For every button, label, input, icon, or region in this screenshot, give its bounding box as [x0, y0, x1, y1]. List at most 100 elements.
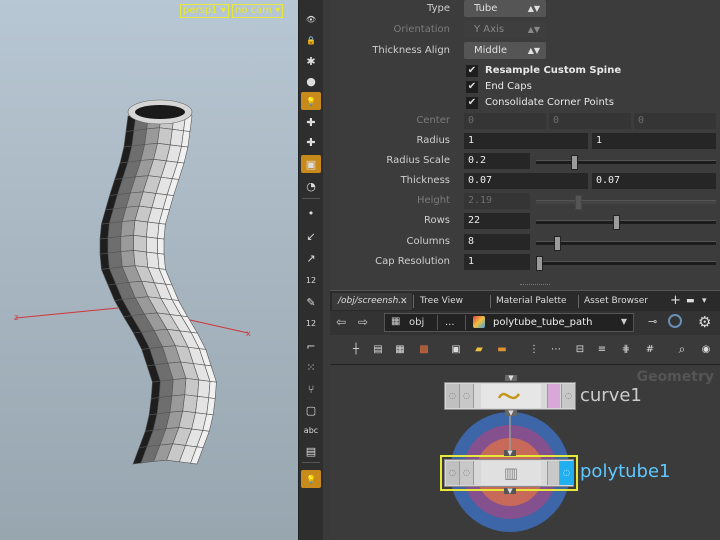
rows-field[interactable]: 22 — [464, 213, 530, 229]
visibility-icon[interactable]: ◔ — [301, 177, 321, 195]
add-tab-icon[interactable]: + — [670, 293, 684, 310]
branch-icon[interactable]: ⑂ — [301, 380, 321, 398]
polytube1-node-label[interactable]: polytube1 — [580, 461, 671, 482]
columns-field[interactable]: 8 — [464, 234, 530, 250]
polytube-lock-flag-icon[interactable]: ◌ — [460, 461, 474, 485]
back-arrow-icon[interactable]: ⇦ — [336, 315, 346, 329]
curve1-node-label[interactable]: curve1 — [580, 385, 642, 406]
pick-icon[interactable]: ↗ — [301, 249, 321, 267]
light-bulb-icon[interactable]: 💡 — [301, 92, 321, 110]
bypass-flag-icon[interactable]: ◌ — [446, 384, 460, 408]
eye-icon[interactable]: 👁 — [301, 10, 321, 28]
network-box-icon[interactable]: ▬ — [496, 343, 508, 355]
tab-tree-view[interactable]: Tree View — [414, 293, 484, 310]
path-root[interactable]: obj — [409, 317, 424, 328]
height-field[interactable]: 2.19 — [464, 193, 530, 209]
display-flags-icon[interactable]: ▣ — [450, 343, 462, 355]
polytube-bypass-flag-icon[interactable]: ◌ — [446, 461, 460, 485]
palette-icon[interactable]: ▩ — [418, 343, 430, 355]
tree-icon[interactable]: ┼ — [350, 343, 362, 355]
polytube-display-flag-icon[interactable]: ◌ — [559, 461, 573, 485]
snap-icon[interactable]: ✱ — [301, 52, 321, 70]
input-connector-icon[interactable]: ▼ — [505, 375, 517, 382]
sticky-note-icon[interactable]: ▰ — [473, 343, 485, 355]
numbers-12-icon[interactable]: 12 — [301, 271, 321, 289]
table-icon[interactable]: ▦ — [394, 343, 406, 355]
align-vertical-icon[interactable]: ⋮ — [528, 343, 540, 355]
list-icon[interactable]: ▤ — [372, 343, 384, 355]
pane-layout-icon[interactable]: ▬ — [686, 293, 698, 310]
network-editor[interactable]: Geometry ◌ ◌ ◌ ▼ ▼ curve1 ◌ ◌ ▥ ◌ ▼ ▼ po… — [330, 365, 720, 540]
radius-scale-slider[interactable] — [536, 155, 716, 170]
pin-icon[interactable]: ⊸ — [648, 315, 657, 328]
pane-resize-handle[interactable] — [520, 284, 550, 288]
thickness-y-field[interactable]: 0.07 — [592, 173, 716, 189]
rows-slider[interactable] — [536, 215, 716, 230]
add-light-icon[interactable]: ✚ — [301, 113, 321, 131]
grid-snap-icon[interactable]: # — [644, 343, 656, 355]
height-slider-knob[interactable] — [574, 195, 582, 210]
center-y-field[interactable]: 0 — [549, 113, 631, 129]
path-node[interactable]: polytube_tube_path — [493, 317, 592, 328]
curve1-node[interactable]: ◌ ◌ ◌ ▼ ▼ — [444, 375, 576, 417]
viewport-geometry[interactable]: z x — [0, 0, 298, 540]
lock-flag-icon[interactable]: ◌ — [460, 384, 474, 408]
eye-icon[interactable]: ◉ — [700, 343, 712, 355]
resample-checkbox[interactable]: ✔ — [466, 65, 478, 77]
end-caps-checkbox[interactable]: ✔ — [466, 81, 478, 93]
polytube1-node[interactable]: ◌ ◌ ▥ ◌ ▼ ▼ — [440, 450, 578, 495]
cam-menu[interactable]: no cam ▾ — [232, 4, 284, 18]
columns-slider-knob[interactable] — [553, 236, 561, 251]
numbers-12b-icon[interactable]: 12 — [301, 314, 321, 332]
grid-dots-icon[interactable]: ⁙ — [301, 358, 321, 376]
pane-menu-icon[interactable]: ▾ — [702, 293, 714, 310]
tab-close-icon[interactable]: × — [400, 293, 410, 310]
frame-icon[interactable]: ▢ — [301, 401, 321, 419]
path-ellipsis[interactable]: ... — [445, 317, 455, 328]
height-slider[interactable] — [536, 195, 716, 210]
display-flag-icon[interactable]: ◌ — [561, 384, 575, 408]
cap-resolution-slider-knob[interactable] — [536, 256, 543, 271]
cap-resolution-slider[interactable] — [536, 256, 716, 271]
forward-arrow-icon[interactable]: ⇨ — [358, 315, 368, 329]
template-flag-icon[interactable] — [547, 384, 560, 408]
orientation-menu[interactable]: Y Axis ▲▼ — [464, 21, 546, 38]
cap-resolution-field[interactable]: 1 — [464, 254, 530, 270]
center-z-field[interactable]: 0 — [634, 113, 716, 129]
text-abc-icon[interactable]: abc — [301, 421, 321, 439]
corner-icon[interactable]: ⌐ — [301, 337, 321, 355]
scene-viewport[interactable]: z x persp1 ▾ no cam ▾ — [0, 0, 298, 540]
ghost-light-icon[interactable]: ✚ — [301, 133, 321, 151]
thickness-align-menu[interactable]: Middle ▲▼ — [464, 42, 546, 59]
consolidate-checkbox[interactable]: ✔ — [466, 97, 478, 109]
polytube-input-connector-icon[interactable]: ▼ — [504, 450, 516, 457]
type-menu[interactable]: Tube ▲▼ — [464, 0, 546, 17]
align-horizontal-icon[interactable]: ⋯ — [550, 343, 562, 355]
camera-menu[interactable]: persp1 ▾ — [180, 4, 229, 18]
sphere-icon[interactable]: ● — [301, 72, 321, 90]
lamp-icon[interactable]: 💡 — [301, 470, 321, 488]
point-icon[interactable]: • — [301, 204, 321, 222]
brush-icon[interactable]: ✎ — [301, 293, 321, 311]
grid-icon[interactable]: ⋕ — [620, 343, 632, 355]
link-icon[interactable] — [668, 314, 682, 328]
columns-slider[interactable] — [536, 236, 716, 251]
normal-icon[interactable]: ↙ — [301, 227, 321, 245]
gear-icon[interactable]: ⚙ — [698, 313, 711, 331]
output-connector-icon[interactable]: ▼ — [505, 410, 517, 417]
thickness-x-field[interactable]: 0.07 — [464, 173, 588, 189]
distribute-icon[interactable]: ≡ — [596, 343, 608, 355]
layout-icon[interactable]: ⊟ — [574, 343, 586, 355]
display-icon[interactable]: ▣ — [301, 155, 321, 173]
image-icon[interactable]: ▤ — [301, 442, 321, 460]
path-breadcrumb[interactable]: ▦ obj ... polytube_tube_path ▼ — [384, 313, 634, 332]
radius-scale-slider-knob[interactable] — [571, 155, 578, 170]
polytube-output-connector-icon[interactable]: ▼ — [504, 488, 516, 495]
zoom-icon[interactable]: ⌕ — [676, 342, 688, 356]
path-dropdown-icon[interactable]: ▼ — [621, 317, 627, 326]
radius-y-field[interactable]: 1 — [592, 133, 716, 149]
rows-slider-knob[interactable] — [613, 215, 620, 230]
lock-icon[interactable]: 🔒 — [301, 31, 321, 49]
center-x-field[interactable]: 0 — [464, 113, 546, 129]
tab-asset-browser[interactable]: Asset Browser — [578, 293, 648, 310]
